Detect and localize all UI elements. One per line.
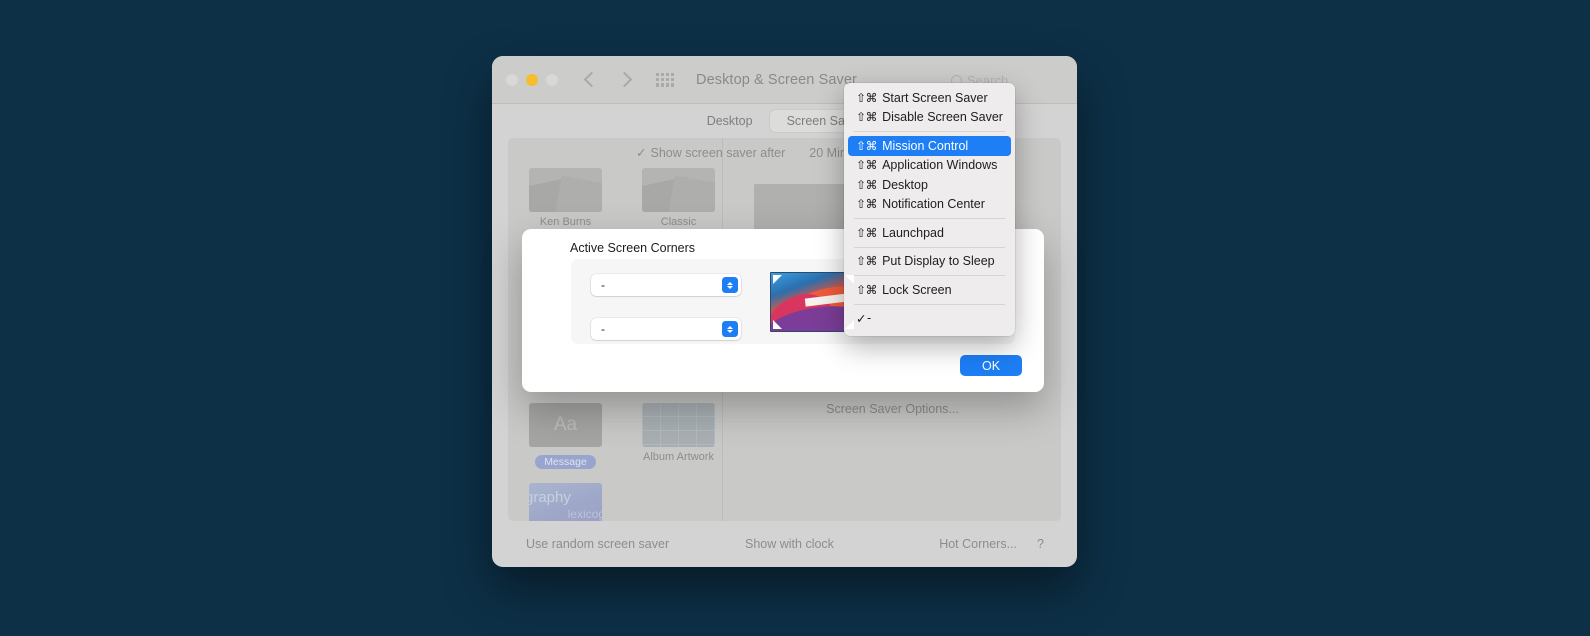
thumbnail-row: graphy lexicog Word of the Day: [508, 483, 722, 521]
corner-marker-top-right-icon: [845, 275, 854, 284]
menu-item-put-display-to-sleep[interactable]: ⇧⌘ Put Display to Sleep: [848, 252, 1011, 272]
ok-button[interactable]: OK: [960, 355, 1022, 376]
thumbnail-label: Album Artwork: [643, 451, 714, 463]
menu-item-notification-center[interactable]: ⇧⌘ Notification Center: [848, 195, 1011, 215]
list-item[interactable]: graphy lexicog Word of the Day: [529, 483, 602, 521]
window-title: Desktop & Screen Saver: [696, 71, 857, 88]
stepper-icon[interactable]: [722, 321, 738, 337]
menu-separator: [854, 275, 1005, 276]
modifier-keys-icon: ⇧⌘: [856, 138, 878, 153]
popup-value: -: [601, 322, 605, 336]
corner-marker-top-left-icon: [773, 275, 782, 284]
menu-item-application-windows[interactable]: ⇧⌘ Application Windows: [848, 156, 1011, 176]
minimize-button[interactable]: [526, 73, 538, 86]
menu-item-start-screen-saver[interactable]: ⇧⌘ Start Screen Saver: [848, 88, 1011, 108]
menu-item-label: Mission Control: [882, 138, 969, 153]
close-button[interactable]: [506, 73, 518, 86]
menu-separator: [854, 303, 1005, 305]
nav-buttons: [583, 71, 633, 88]
checkmark-icon: ✓: [636, 146, 647, 160]
word-bottom-text: lexicog: [567, 507, 602, 521]
aa-glyph: Aa: [553, 414, 578, 435]
window-bottom-bar: Use random screen saver Show with clock …: [492, 521, 1077, 567]
traffic-lights: [506, 73, 558, 86]
menu-separator: [854, 246, 1005, 248]
thumbnail-label-wrap: Message: [529, 451, 602, 469]
screen-saver-options-button[interactable]: Screen Saver Options...: [724, 402, 1061, 416]
message-badge: Message: [535, 455, 596, 469]
modifier-keys-icon: ⇧⌘: [856, 254, 878, 269]
show-with-clock-checkbox[interactable]: Show with clock: [745, 537, 834, 551]
menu-item-mission-control[interactable]: ⇧⌘ Mission Control: [848, 136, 1011, 156]
forward-arrow-icon[interactable]: [616, 71, 633, 88]
zoom-button[interactable]: [546, 73, 558, 86]
tab-desktop[interactable]: Desktop: [690, 110, 770, 132]
thumbnail-image: graphy lexicog: [529, 483, 602, 521]
hot-corner-action-menu: ⇧⌘ Start Screen Saver ⇧⌘ Disable Screen Sav…: [844, 83, 1015, 336]
thumbnail-image: [529, 168, 602, 212]
menu-item-label: Lock Screen: [882, 282, 952, 297]
popup-value: -: [601, 278, 605, 292]
menu-item-label: Application Windows: [882, 158, 998, 173]
help-button[interactable]: ?: [1037, 537, 1044, 551]
modifier-keys-icon: ⇧⌘: [856, 197, 878, 212]
top-left-corner-popup[interactable]: -: [591, 274, 741, 296]
menu-item-label: Disable Screen Saver: [882, 110, 1003, 125]
menu-item-disable-screen-saver[interactable]: ⇧⌘ Disable Screen Saver: [848, 108, 1011, 128]
menu-item-label: Start Screen Saver: [882, 90, 988, 105]
menu-separator: [854, 218, 1005, 219]
list-item[interactable]: Classic: [642, 168, 715, 228]
menu-item-label: Launchpad: [882, 225, 944, 240]
checkmark-icon: ✓: [856, 311, 867, 326]
list-item[interactable]: Aa Message: [529, 403, 602, 469]
modifier-keys-icon: ⇧⌘: [856, 90, 878, 105]
menu-item-[interactable]: ✓ -: [848, 309, 1011, 329]
thumbnail-row: Aa Message Album Artwork: [508, 403, 722, 469]
menu-item-label: -: [867, 311, 872, 326]
word-top-text: graphy: [529, 489, 571, 506]
thumbnail-image: [642, 168, 715, 212]
corner-marker-bottom-left-icon: [773, 320, 782, 329]
modifier-keys-icon: ⇧⌘: [856, 158, 878, 173]
bottom-left-corner-popup[interactable]: -: [591, 318, 741, 340]
modifier-keys-icon: ⇧⌘: [856, 110, 878, 125]
menu-item-label: Put Display to Sleep: [882, 254, 995, 269]
menu-item-label: Notification Center: [882, 197, 985, 212]
thumbnail-image: Aa: [529, 403, 602, 447]
back-arrow-icon[interactable]: [583, 71, 600, 88]
modifier-keys-icon: ⇧⌘: [856, 177, 878, 192]
menu-item-label: Desktop: [882, 177, 928, 192]
thumbnail-row: Ken Burns Classic: [508, 168, 722, 228]
modifier-keys-icon: ⇧⌘: [856, 282, 878, 297]
stepper-icon[interactable]: [722, 277, 738, 293]
list-item[interactable]: Album Artwork: [642, 403, 715, 469]
menu-item-desktop[interactable]: ⇧⌘ Desktop: [848, 175, 1011, 195]
use-random-screen-saver-checkbox[interactable]: Use random screen saver: [526, 537, 669, 551]
modifier-keys-icon: ⇧⌘: [856, 225, 878, 240]
thumbnail-label: Classic: [660, 216, 697, 228]
thumbnail-label: Ken Burns: [539, 216, 592, 228]
list-item[interactable]: Ken Burns: [529, 168, 602, 228]
sheet-title: Active Screen Corners: [570, 241, 696, 255]
show-all-grid-icon[interactable]: [656, 72, 674, 87]
menu-separator: [854, 131, 1005, 132]
menu-item-lock-screen[interactable]: ⇧⌘ Lock Screen: [848, 280, 1011, 300]
corner-marker-bottom-right-icon: [845, 320, 854, 329]
thumbnail-image: [642, 403, 715, 447]
hot-corners-button[interactable]: Hot Corners...: [939, 537, 1017, 551]
menu-item-launchpad[interactable]: ⇧⌘ Launchpad: [848, 223, 1011, 243]
